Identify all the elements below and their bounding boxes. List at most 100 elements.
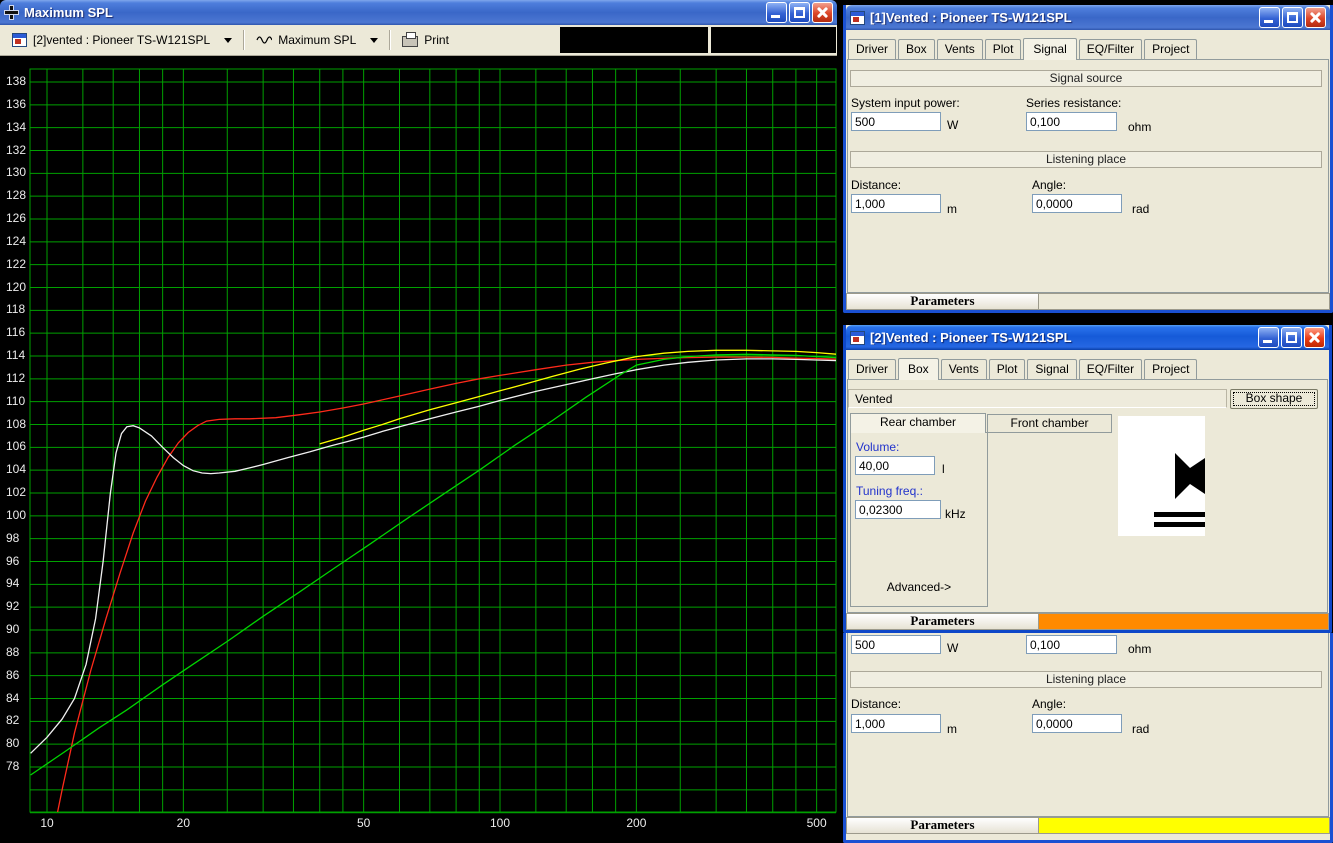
input-power-field[interactable] <box>851 635 941 654</box>
distance-unit: m <box>947 202 957 216</box>
close-button[interactable] <box>1304 327 1325 348</box>
minimize-button[interactable] <box>1259 7 1280 28</box>
window-1-titlebar[interactable]: [1]Vented : Pioneer TS-W121SPL <box>846 5 1330 30</box>
y-tick-label: 110 <box>6 394 25 408</box>
window-2-title: [2]Vented : Pioneer TS-W121SPL <box>870 330 1253 345</box>
angle-field[interactable] <box>1032 714 1122 733</box>
signal-source-header: Signal source <box>850 70 1322 87</box>
tab-eq-filter[interactable]: EQ/Filter <box>1079 39 1142 59</box>
input-power-unit: W <box>947 641 958 655</box>
distance-field[interactable] <box>851 714 941 733</box>
tab-driver[interactable]: Driver <box>848 39 896 59</box>
window-1: [1]Vented : Pioneer TS-W121SPL DriverBox… <box>843 5 1333 313</box>
y-tick-label: 82 <box>6 713 19 727</box>
rear-chamber-tab[interactable]: Rear chamber <box>850 413 986 433</box>
y-tick-label: 90 <box>6 622 19 636</box>
y-tick-label: 120 <box>6 280 26 294</box>
input-power-label: System input power: <box>851 96 960 110</box>
toolbar-separator <box>389 30 391 50</box>
parameters-header[interactable]: Parameters <box>846 817 1039 834</box>
tab-plot[interactable]: Plot <box>985 39 1022 59</box>
series-resistance-unit: ohm <box>1128 120 1151 134</box>
tab-signal[interactable]: Signal <box>1027 359 1076 379</box>
y-tick-label: 100 <box>6 508 26 522</box>
series-resistance-field[interactable] <box>1026 635 1117 654</box>
dropdown-arrow-icon <box>370 38 378 43</box>
tab-box[interactable]: Box <box>898 358 939 380</box>
plot-toolbar: [2]vented : Pioneer TS-W121SPL Maximum S… <box>0 25 837 56</box>
distance-field[interactable] <box>851 194 941 213</box>
front-chamber-tab[interactable]: Front chamber <box>987 414 1112 433</box>
maximize-button[interactable] <box>1282 7 1303 28</box>
y-tick-label: 128 <box>6 188 26 202</box>
series-red <box>53 357 837 835</box>
y-tick-label: 92 <box>6 599 19 613</box>
distance-unit: m <box>947 722 957 736</box>
distance-label: Distance: <box>851 178 901 192</box>
desktop: Maximum SPL [2]vented : Pioneer TS-W121S… <box>0 0 1333 843</box>
tab-signal[interactable]: Signal <box>1023 38 1076 60</box>
window-1-title: [1]Vented : Pioneer TS-W121SPL <box>870 10 1254 25</box>
window-icon <box>850 11 865 25</box>
spl-chart[interactable]: 1381361341321301281261241221201181161141… <box>0 56 837 843</box>
advanced-link[interactable]: Advanced-> <box>851 580 987 594</box>
y-tick-label: 112 <box>6 371 25 385</box>
volume-unit: l <box>942 462 945 476</box>
input-power-field[interactable] <box>851 112 941 131</box>
maximize-button[interactable] <box>789 2 810 23</box>
project-icon <box>12 33 27 47</box>
box-cross-section <box>1118 416 1205 536</box>
tab-eq-filter[interactable]: EQ/Filter <box>1079 359 1142 379</box>
y-tick-label: 102 <box>6 485 26 499</box>
tuning-freq-field[interactable] <box>855 500 941 519</box>
parameters-progress-bar <box>1039 817 1330 834</box>
window-bottom-filler <box>846 834 1330 840</box>
listening-place-header: Listening place <box>850 151 1322 168</box>
window-2: [2]Vented : Pioneer TS-W121SPL DriverBox… <box>843 325 1332 633</box>
tab-project[interactable]: Project <box>1144 39 1197 59</box>
window-2-titlebar[interactable]: [2]Vented : Pioneer TS-W121SPL <box>846 325 1329 350</box>
tab-plot[interactable]: Plot <box>989 359 1026 379</box>
y-tick-label: 126 <box>6 211 26 225</box>
parameters-row: Parameters <box>846 613 1329 630</box>
tab-vents[interactable]: Vents <box>937 39 983 59</box>
volume-label: Volume: <box>856 440 899 454</box>
tab-vents[interactable]: Vents <box>941 359 987 379</box>
plot-window-titlebar[interactable]: Maximum SPL <box>0 0 837 25</box>
box-shape-button[interactable]: Box shape <box>1230 389 1318 409</box>
series-resistance-field[interactable] <box>1026 112 1117 131</box>
parameters-header[interactable]: Parameters <box>846 613 1039 630</box>
tab-driver[interactable]: Driver <box>848 359 896 379</box>
angle-field[interactable] <box>1032 194 1122 213</box>
close-button[interactable] <box>1305 7 1326 28</box>
plot-type-selector[interactable]: Maximum SPL <box>248 30 386 50</box>
plot-window: Maximum SPL [2]vented : Pioneer TS-W121S… <box>0 0 837 843</box>
y-tick-label: 84 <box>6 691 19 705</box>
tab-project[interactable]: Project <box>1144 359 1197 379</box>
parameters-progress-bar <box>1039 613 1329 630</box>
y-tick-label: 130 <box>6 165 26 179</box>
close-button[interactable] <box>812 2 833 23</box>
parameters-row: Parameters <box>846 293 1330 310</box>
y-tick-label: 86 <box>6 668 19 682</box>
box-type-field[interactable]: Vented <box>848 389 1227 408</box>
readout-panel-2 <box>711 27 836 53</box>
volume-field[interactable] <box>855 456 935 475</box>
y-tick-label: 136 <box>6 97 26 111</box>
tuning-freq-unit: kHz <box>945 507 966 521</box>
parameters-header[interactable]: Parameters <box>846 293 1039 310</box>
print-button[interactable]: Print <box>394 30 457 50</box>
minimize-button[interactable] <box>766 2 787 23</box>
project-selector[interactable]: [2]vented : Pioneer TS-W121SPL <box>4 30 240 50</box>
tab-box[interactable]: Box <box>898 39 935 59</box>
window-2-tabs: DriverBoxVentsPlotSignalEQ/FilterProject <box>846 350 1329 379</box>
toolbar-separator <box>243 30 245 50</box>
signal-tab-page: Signal source System input power: Series… <box>847 59 1329 293</box>
move-cursor-icon <box>4 5 19 20</box>
speaker-cone-icon <box>1175 453 1190 499</box>
window-controls <box>1259 7 1326 28</box>
maximize-button[interactable] <box>1281 327 1302 348</box>
input-power-unit: W <box>947 118 958 132</box>
minimize-button[interactable] <box>1258 327 1279 348</box>
angle-unit: rad <box>1132 202 1149 216</box>
